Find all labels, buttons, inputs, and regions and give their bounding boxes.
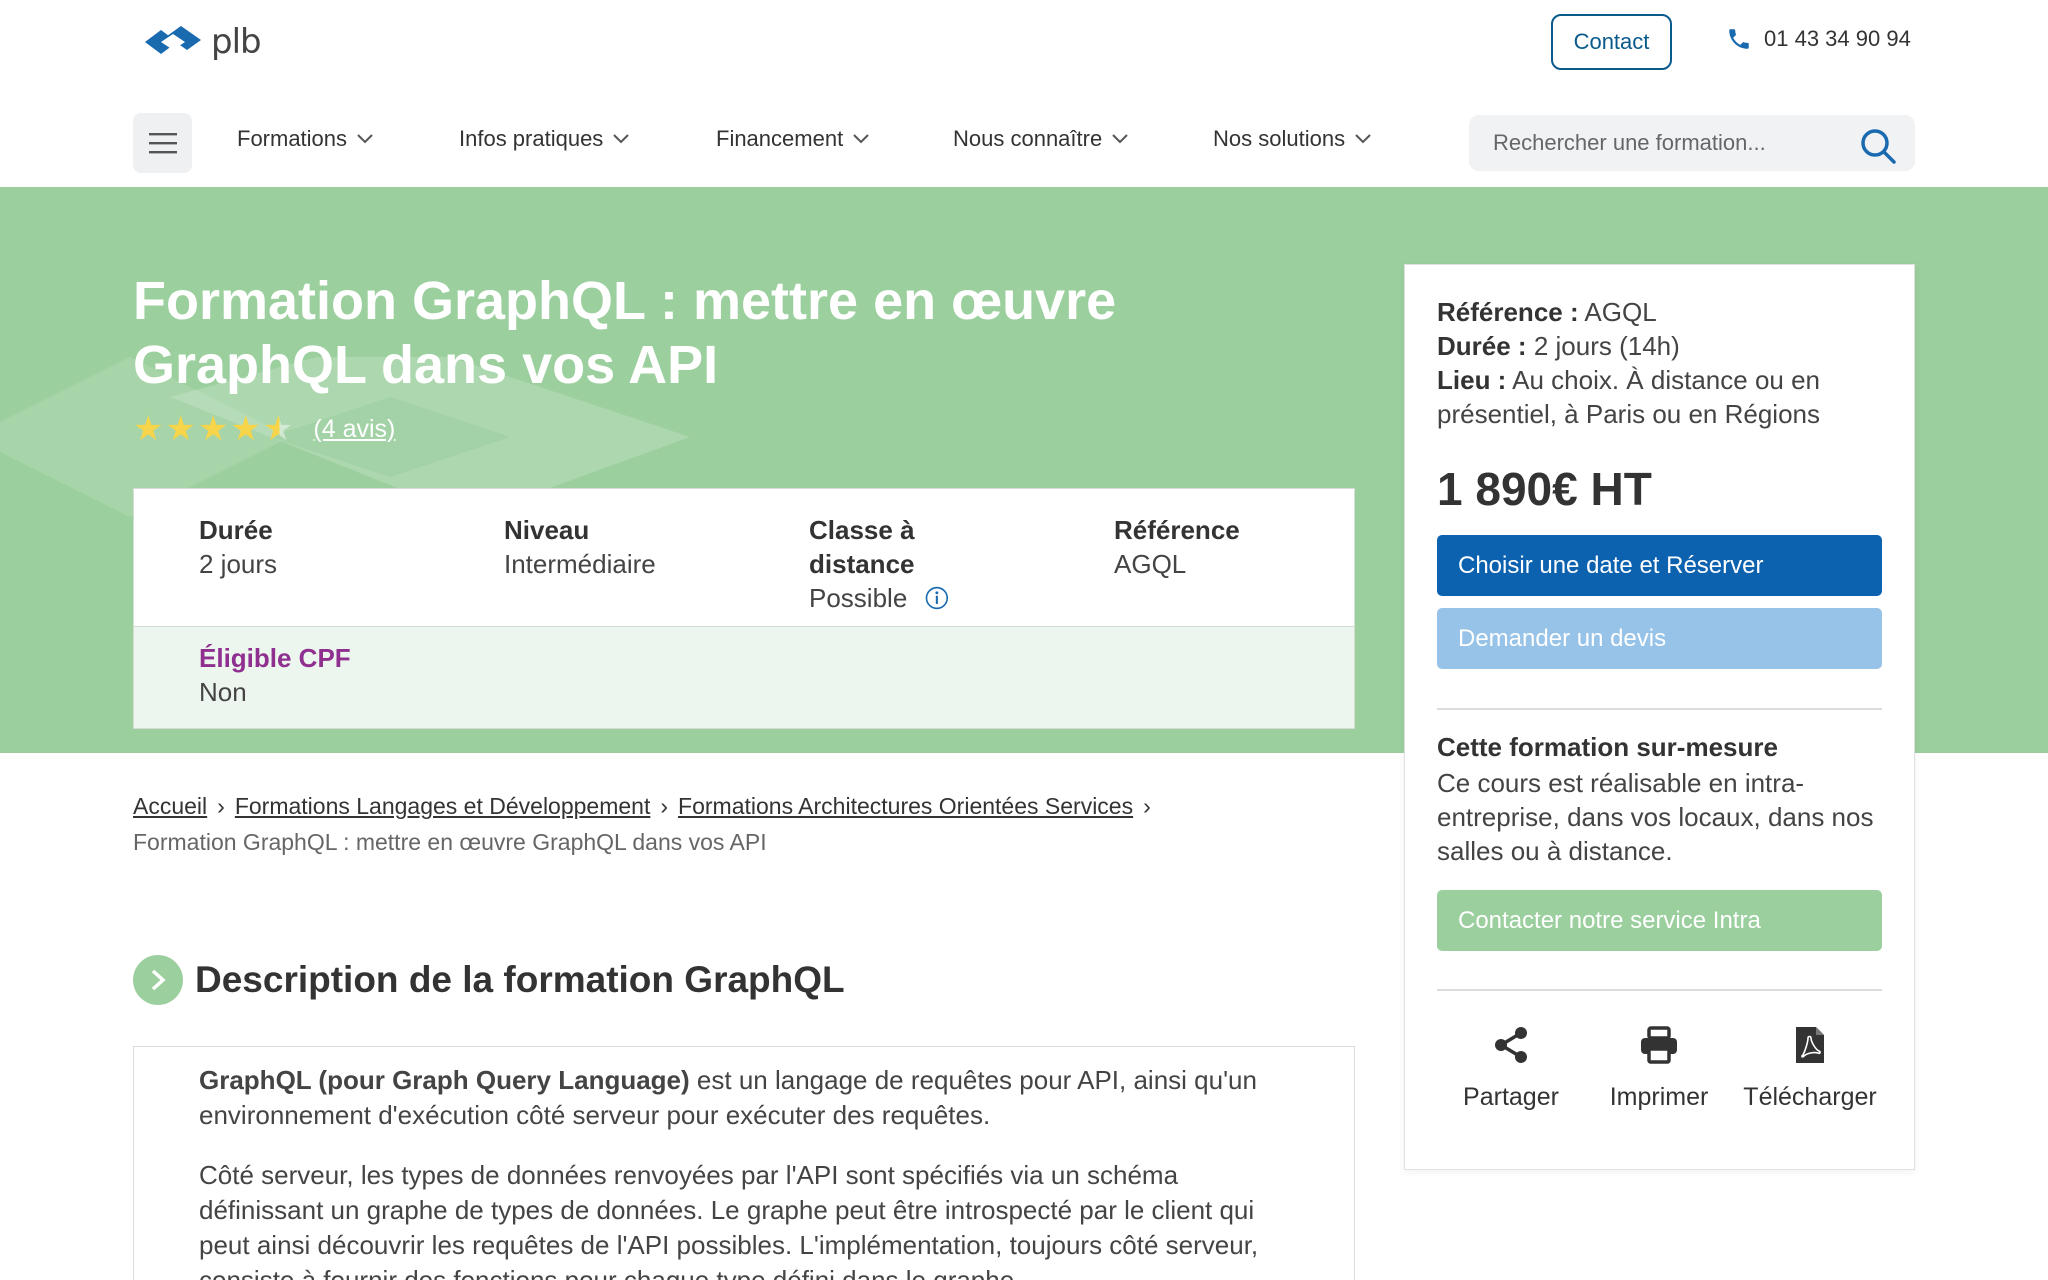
- nav-item-financement[interactable]: Financement: [716, 126, 869, 152]
- breadcrumb-separator: ›: [217, 793, 225, 819]
- search-input[interactable]: [1493, 127, 1843, 159]
- star-icon: ★: [230, 410, 261, 448]
- breadcrumb-current: Formation GraphQL : mettre en œuvre Grap…: [133, 829, 767, 855]
- quote-request-button[interactable]: Demander un devis: [1437, 608, 1882, 669]
- info-value-row: Possible: [809, 581, 949, 615]
- top-header: plb Contact 01 43 34 90 94: [0, 0, 2048, 82]
- breadcrumb: Accueil › Formations Langages et Développe…: [133, 788, 1353, 860]
- meta-value: AGQL: [1584, 297, 1657, 327]
- rating-stars: ★ ★ ★ ★ ★ (4 avis): [133, 412, 395, 446]
- action-label: Télécharger: [1743, 1083, 1877, 1111]
- nav-item-label: Infos pratiques: [459, 126, 604, 151]
- main-nav: Formations Infos pratiques Financement N…: [0, 110, 2048, 186]
- chevron-down-icon: [853, 134, 869, 144]
- phone-link[interactable]: 01 43 34 90 94: [1726, 26, 1911, 52]
- info-value: Intermédiaire: [504, 549, 656, 579]
- download-action[interactable]: Télécharger: [1733, 1025, 1887, 1112]
- meta-value: 2 jours (14h): [1533, 331, 1680, 361]
- info-value: Possible: [809, 583, 908, 613]
- star-icon: ★: [165, 410, 196, 448]
- half-star-icon: ★: [262, 410, 294, 448]
- action-label: Partager: [1463, 1083, 1559, 1111]
- description-paragraph: GraphQL (pour Graph Query Language) est …: [199, 1063, 1309, 1133]
- breadcrumb-link-langages[interactable]: Formations Langages et Développement: [235, 793, 651, 819]
- meta-reference: Référence : AGQL: [1437, 295, 1887, 329]
- info-value: 2 jours: [199, 549, 278, 579]
- description-heading: Description de la formation GraphQL: [133, 955, 845, 1005]
- nav-item-label: Formations: [237, 126, 348, 151]
- phone-number: 01 43 34 90 94: [1764, 26, 1911, 51]
- description-bold-term: GraphQL (pour Graph Query Language): [199, 1065, 690, 1095]
- cpf-row: Éligible CPF Non: [134, 626, 1354, 728]
- description-paragraph: Côté serveur, les types de données renvo…: [199, 1160, 1259, 1280]
- contact-intra-button[interactable]: Contacter notre service Intra: [1437, 890, 1882, 951]
- info-label: Classe à distance: [809, 515, 915, 579]
- info-label: Niveau: [504, 515, 590, 545]
- intra-description: Ce cours est réalisable en intra-entrepr…: [1437, 768, 1874, 866]
- meta-label: Lieu :: [1437, 365, 1507, 395]
- booking-card: Référence : AGQL Durée : 2 jours (14h) L…: [1404, 264, 1915, 1170]
- share-action[interactable]: Partager: [1437, 1025, 1585, 1112]
- phone-icon: [1729, 29, 1749, 49]
- breadcrumb-link-architectures[interactable]: Formations Architectures Orientées Servi…: [678, 793, 1133, 819]
- chevron-down-icon: [1355, 134, 1371, 144]
- search-icon[interactable]: [1859, 127, 1897, 165]
- nav-item-label: Nos solutions: [1213, 126, 1346, 151]
- breadcrumb-link-accueil[interactable]: Accueil: [133, 793, 207, 819]
- intra-title: Cette formation sur-mesure: [1437, 732, 1778, 762]
- nav-item-formations[interactable]: Formations: [237, 126, 373, 152]
- meta-duree: Durée : 2 jours (14h): [1437, 329, 1887, 363]
- nav-item-nos-solutions[interactable]: Nos solutions: [1213, 126, 1371, 152]
- info-reference: Référence AGQL: [1114, 513, 1240, 581]
- description-content: GraphQL (pour Graph Query Language) est …: [133, 1046, 1355, 1280]
- cpf-label: Éligible CPF: [199, 643, 351, 673]
- contact-button[interactable]: Contact: [1551, 14, 1672, 70]
- meta-label: Référence :: [1437, 297, 1579, 327]
- info-label: Durée: [199, 515, 273, 545]
- card-actions: Partager Imprimer Télécharger: [1437, 1025, 1887, 1112]
- cpf-value: Non: [199, 677, 247, 707]
- page-title: Formation GraphQL : mettre en œuvre Grap…: [133, 271, 1117, 395]
- info-niveau: Niveau Intermédiaire: [504, 513, 656, 581]
- course-meta: Référence : AGQL Durée : 2 jours (14h) L…: [1437, 295, 1887, 431]
- price: 1 890€ HT: [1437, 463, 1652, 515]
- share-icon: [1495, 1027, 1527, 1063]
- printer-icon: [1641, 1026, 1677, 1064]
- meta-label: Durée :: [1437, 331, 1527, 361]
- hamburger-icon: [148, 133, 177, 154]
- chevron-down-icon: [613, 134, 630, 144]
- nav-item-infos-pratiques[interactable]: Infos pratiques: [459, 126, 630, 152]
- plb-logo-icon: [145, 26, 201, 54]
- action-label: Imprimer: [1609, 1083, 1709, 1111]
- hamburger-menu-button[interactable]: [133, 113, 192, 173]
- chevron-right-icon: [133, 955, 183, 1005]
- search-box: [1469, 115, 1915, 171]
- info-label: Référence: [1114, 515, 1240, 545]
- nav-item-nous-connaitre[interactable]: Nous connaître: [953, 126, 1128, 152]
- chevron-down-icon: [1112, 134, 1128, 144]
- plb-logo[interactable]: plb: [143, 22, 262, 62]
- divider: [1437, 708, 1882, 710]
- print-action[interactable]: Imprimer: [1585, 1025, 1733, 1112]
- chevron-down-icon: [357, 134, 373, 144]
- nav-item-label: Nous connaître: [953, 126, 1103, 151]
- info-icon[interactable]: [925, 582, 949, 614]
- reviews-link[interactable]: (4 avis): [313, 415, 395, 444]
- breadcrumb-separator: ›: [1143, 793, 1151, 819]
- meta-lieu: Lieu : Au choix. À distance ou en présen…: [1437, 363, 1887, 431]
- reserve-button[interactable]: Choisir une date et Réserver: [1437, 535, 1882, 596]
- star-icon: ★: [133, 410, 164, 448]
- info-classe-distance: Classe à distance Possible: [809, 513, 949, 615]
- info-value: AGQL: [1114, 549, 1187, 579]
- course-info-box: Durée 2 jours Niveau Intermédiaire Class…: [133, 488, 1355, 729]
- star-icon: ★: [197, 410, 229, 448]
- info-duree: Durée 2 jours: [199, 513, 277, 581]
- pdf-file-icon: [1796, 1027, 1824, 1063]
- breadcrumb-separator: ›: [660, 793, 669, 819]
- divider: [1437, 989, 1882, 991]
- nav-item-label: Financement: [716, 126, 844, 151]
- logo-text: plb: [211, 22, 262, 62]
- section-title: Description de la formation GraphQL: [195, 959, 845, 1000]
